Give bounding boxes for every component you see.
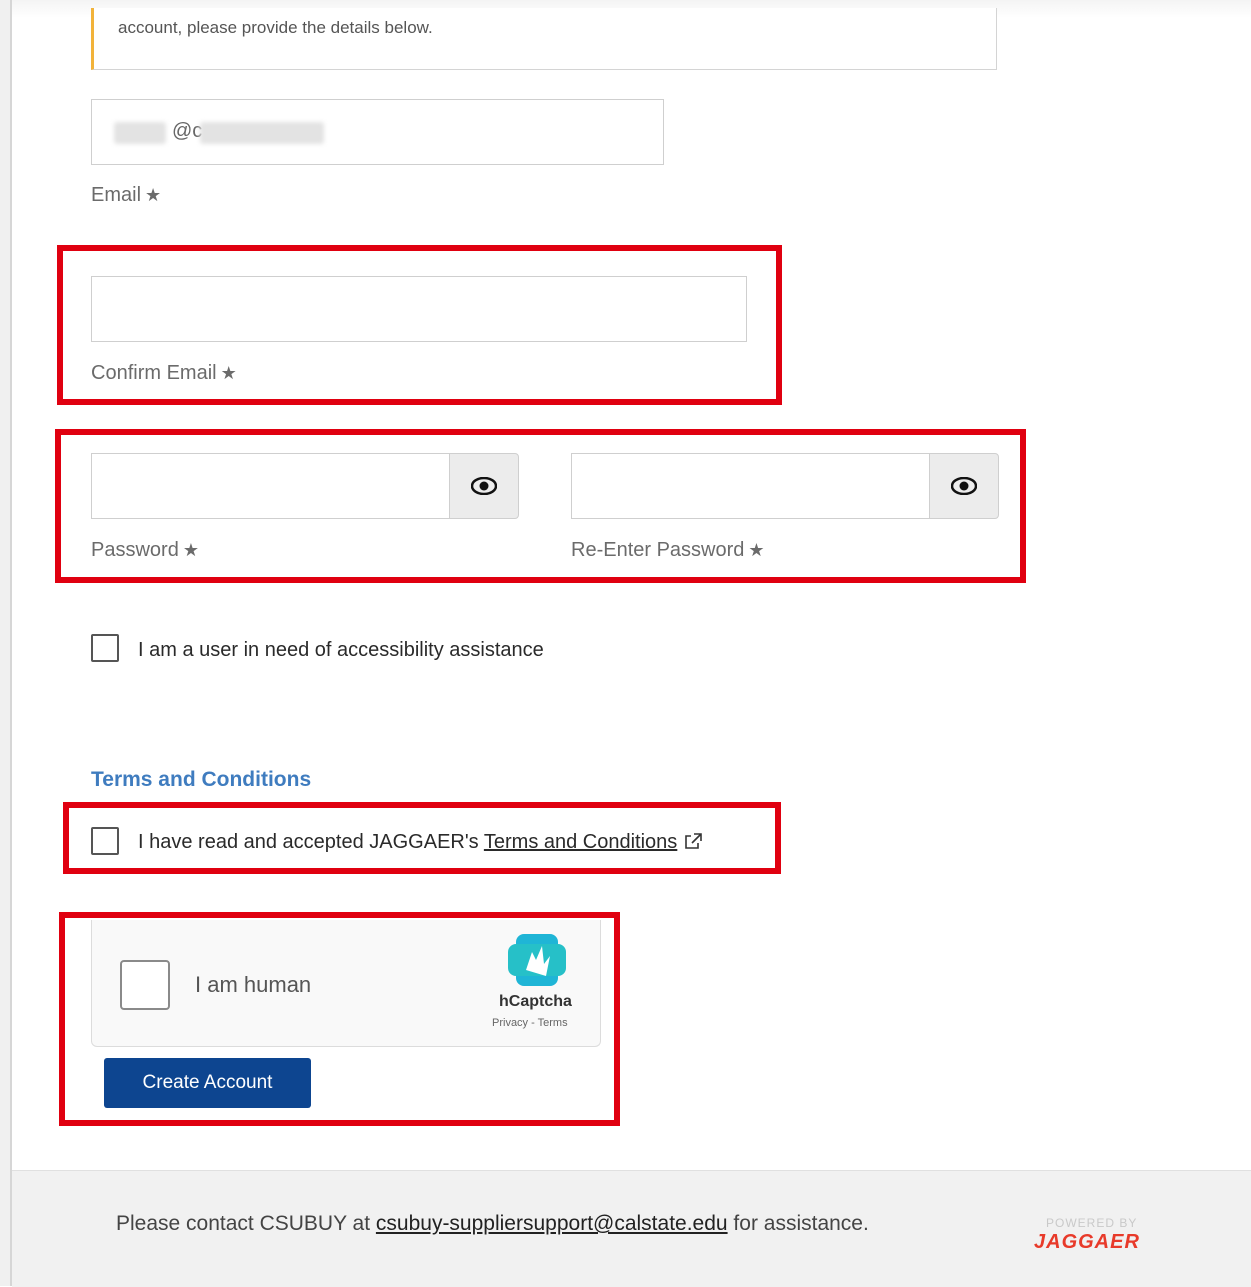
terms-link[interactable]: Terms and Conditions xyxy=(484,831,677,853)
re-enter-password-label-text: Re-Enter Password xyxy=(571,539,745,561)
eye-icon xyxy=(951,477,977,495)
left-page-border xyxy=(0,0,12,1286)
eye-icon xyxy=(471,477,497,495)
confirm-email-label-text: Confirm Email xyxy=(91,362,217,384)
terms-label: I have read and accepted JAGGAER's Terms… xyxy=(138,831,703,854)
hcaptcha-brand: hCaptcha xyxy=(499,993,572,1010)
confirm-email-label: Confirm Email ★ xyxy=(91,362,237,385)
re-enter-password-input[interactable] xyxy=(571,453,931,519)
captcha-label: I am human xyxy=(195,972,312,997)
hcaptcha-widget: I am human hCaptcha Privacy - Terms xyxy=(91,920,601,1047)
footer-contact-text: Please contact CSUBUY at csubuy-supplier… xyxy=(116,1212,869,1236)
powered-by-label: POWERED BY xyxy=(1046,1216,1138,1230)
page-footer: Please contact CSUBUY at csubuy-supplier… xyxy=(12,1170,1251,1287)
show-password-button[interactable] xyxy=(449,453,519,519)
footer-suffix: for assistance. xyxy=(727,1212,869,1235)
jaggaer-logo: JAGGAER xyxy=(1034,1231,1140,1253)
create-account-button[interactable]: Create Account xyxy=(104,1058,311,1108)
hcaptcha-logo-icon xyxy=(508,934,566,986)
password-input[interactable] xyxy=(91,453,451,519)
required-star-icon: ★ xyxy=(182,540,199,560)
email-input[interactable]: @c xyxy=(91,99,664,165)
accessibility-label: I am a user in need of accessibility ass… xyxy=(138,639,544,661)
terms-label-prefix: I have read and accepted JAGGAER's xyxy=(138,831,484,853)
required-star-icon: ★ xyxy=(145,185,162,205)
accessibility-checkbox[interactable] xyxy=(91,634,119,662)
email-label: Email ★ xyxy=(91,184,161,207)
password-label-text: Password xyxy=(91,539,179,561)
terms-checkbox[interactable] xyxy=(91,827,119,855)
notice-text: account, please provide the details belo… xyxy=(118,18,433,37)
support-email-link[interactable]: csubuy-suppliersupport@calstate.edu xyxy=(376,1212,728,1235)
confirm-email-input[interactable] xyxy=(91,276,747,342)
re-enter-password-label: Re-Enter Password ★ xyxy=(571,539,765,562)
redacted-email-part xyxy=(200,122,324,144)
external-link-icon xyxy=(685,833,702,849)
footer-prefix: Please contact CSUBUY at xyxy=(116,1212,376,1235)
terms-section-title: Terms and Conditions xyxy=(91,768,312,791)
required-star-icon: ★ xyxy=(748,540,765,560)
hcaptcha-privacy-terms[interactable]: Privacy - Terms xyxy=(492,1017,568,1029)
email-label-text: Email xyxy=(91,184,142,206)
show-re-enter-password-button[interactable] xyxy=(929,453,999,519)
email-value: @c xyxy=(172,120,203,142)
required-star-icon: ★ xyxy=(220,363,237,383)
captcha-checkbox[interactable] xyxy=(120,960,170,1010)
redacted-email-part xyxy=(114,122,166,144)
password-label: Password ★ xyxy=(91,539,199,562)
